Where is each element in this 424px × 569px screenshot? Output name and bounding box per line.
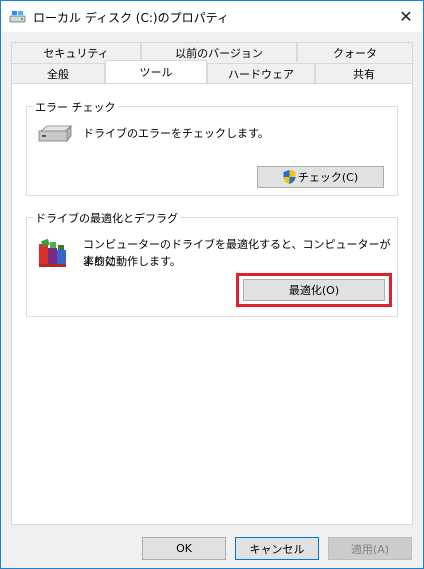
cancel-button-label: キャンセル: [249, 542, 305, 556]
close-button[interactable]: ✕: [389, 1, 423, 32]
tab-previous-versions[interactable]: 以前のバージョン: [141, 42, 297, 62]
tab-label: クォータ: [333, 46, 377, 60]
apply-button-label: 適用(A): [350, 542, 390, 556]
hard-drive-icon: [37, 124, 73, 148]
ok-button[interactable]: OK: [142, 537, 226, 560]
tab-tools[interactable]: ツール: [105, 60, 207, 83]
properties-window: ローカル ディスク (C:)のプロパティ ✕ セキュリティ 以前のバージョン ク…: [0, 0, 424, 569]
close-icon: ✕: [399, 6, 413, 26]
error-check-group: エラー チェック ドライブのエラーをチェックします。 チェック(C): [26, 99, 398, 196]
defrag-icon: [37, 238, 69, 273]
uac-shield-icon: [283, 170, 296, 184]
tab-hardware[interactable]: ハードウェア: [207, 63, 315, 83]
tools-panel: エラー チェック ドライブのエラーをチェックします。 チェック(C) ドライブの…: [11, 83, 413, 525]
drive-icon: [9, 9, 27, 25]
optimize-description-line2: 率的に動作します。: [83, 255, 181, 268]
ok-button-label: OK: [176, 542, 192, 555]
tab-label: 全般: [47, 67, 69, 81]
tab-label: 共有: [353, 67, 375, 81]
optimize-label: ドライブの最適化とデフラグ: [33, 210, 180, 226]
tab-sharing[interactable]: 共有: [315, 63, 413, 83]
error-check-description: ドライブのエラーをチェックします。: [83, 127, 269, 140]
tab-label: セキュリティ: [43, 46, 109, 60]
title-bar: ローカル ディスク (C:)のプロパティ ✕: [1, 1, 423, 32]
tab-quota[interactable]: クォータ: [297, 42, 413, 62]
window-title: ローカル ディスク (C:)のプロパティ: [33, 11, 229, 25]
check-button[interactable]: チェック(C): [257, 166, 384, 188]
tab-label: ハードウェア: [228, 67, 294, 81]
check-button-label: チェック(C): [297, 171, 359, 184]
error-check-label: エラー チェック: [33, 99, 118, 115]
optimize-group: ドライブの最適化とデフラグ コンピューターのドライブを最適化すると、コンピュータ…: [26, 210, 398, 317]
optimize-button[interactable]: 最適化(O): [243, 279, 385, 301]
apply-button[interactable]: 適用(A): [328, 537, 412, 560]
tab-label: 以前のバージョン: [175, 46, 263, 60]
tab-general[interactable]: 全般: [11, 63, 105, 83]
tab-security[interactable]: セキュリティ: [11, 42, 141, 62]
optimize-button-label: 最適化(O): [288, 284, 340, 297]
cancel-button[interactable]: キャンセル: [235, 537, 319, 560]
tab-label: ツール: [139, 66, 173, 79]
